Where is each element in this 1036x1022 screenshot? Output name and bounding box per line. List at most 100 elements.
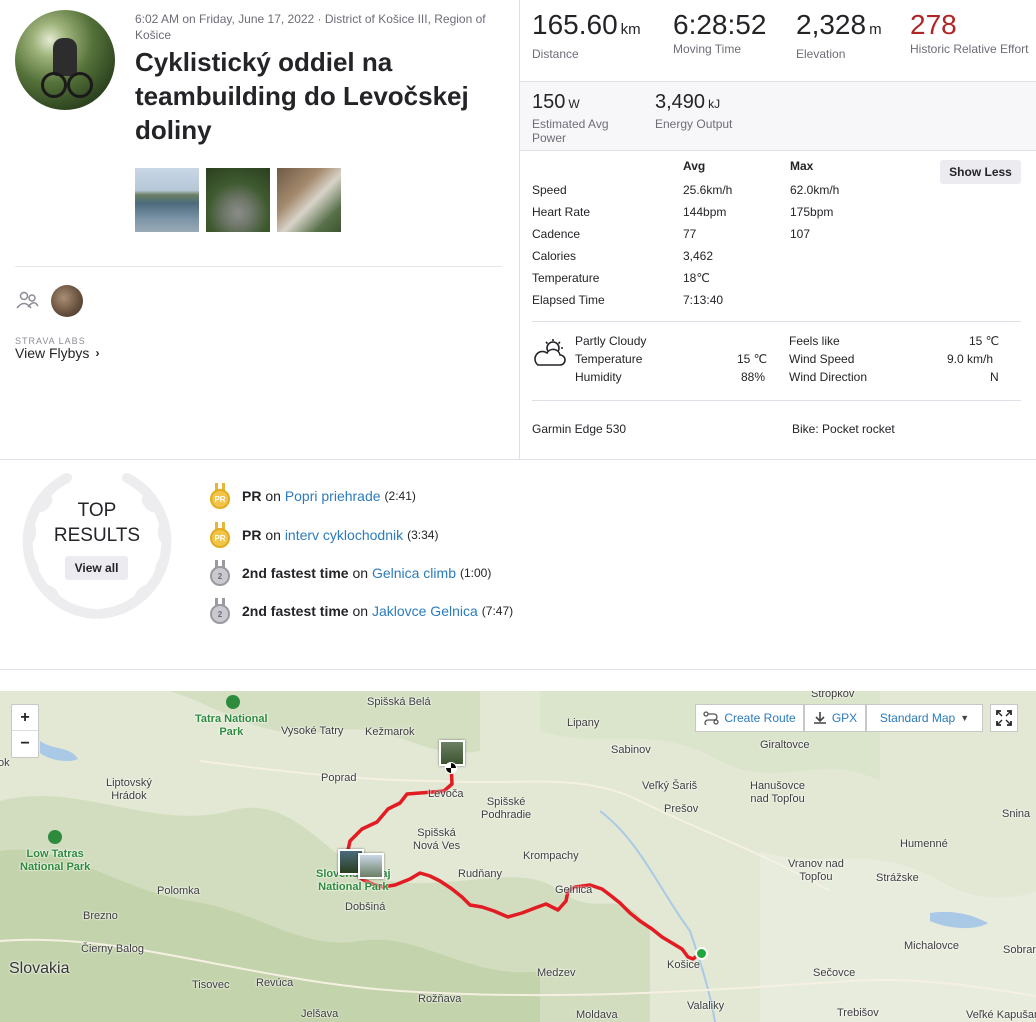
achievement-on: on xyxy=(265,488,281,504)
distance-label: Distance xyxy=(532,47,579,61)
achievement-type: 2nd fastest time xyxy=(242,603,349,619)
medal-text: 2 xyxy=(210,604,230,624)
zoom-out-button[interactable]: − xyxy=(12,731,38,757)
relative-effort-label: Historic Relative Effort xyxy=(910,42,1029,56)
map-label: Slovakia xyxy=(9,960,70,977)
primary-stats: 165.60 km Distance 6:28:52 Moving Time 2,… xyxy=(520,0,1036,81)
create-route-button[interactable]: Create Route xyxy=(695,704,804,732)
map-label: Revúca xyxy=(256,977,294,989)
map-label: Liptovský Hrádok xyxy=(106,777,152,802)
power-unit: W xyxy=(568,97,580,111)
zoom-in-button[interactable]: + xyxy=(12,705,38,731)
view-flybys-link[interactable]: View Flybys › xyxy=(15,345,99,361)
distance-unit: km xyxy=(620,21,641,38)
achievement-item: 2 2nd fastest time on Gelnica climb (1:00… xyxy=(210,560,491,586)
pr-medal-icon: PR xyxy=(210,483,230,509)
segment-link[interactable]: Gelnica climb xyxy=(372,565,456,581)
show-less-button[interactable]: Show Less xyxy=(940,160,1021,184)
top-results-title: TOP RESULTS xyxy=(40,498,154,548)
map-label: Levoča xyxy=(428,788,464,800)
achievement-item: PR PR on Popri priehrade (2:41) xyxy=(210,483,416,509)
map-label: Trebišov xyxy=(837,1007,879,1019)
medal-text: PR xyxy=(210,489,230,509)
activity-map[interactable]: Spišská Belá Stropkov Tatra National Par… xyxy=(0,691,1036,1022)
segment-link[interactable]: interv cyklochodnik xyxy=(285,527,403,543)
activity-photo[interactable] xyxy=(277,168,341,232)
start-point-marker xyxy=(695,947,708,960)
map-label: Stropkov xyxy=(811,691,855,700)
map-label: Rožňava xyxy=(418,993,462,1005)
map-label: Giraltovce xyxy=(760,739,810,751)
moving-time-label: Moving Time xyxy=(673,42,742,56)
map-terrain xyxy=(0,691,1036,1022)
bike-wheel-shape xyxy=(67,72,93,98)
weather-condition: Partly Cloudy xyxy=(575,334,647,348)
activity-photo[interactable] xyxy=(135,168,199,232)
athlete-avatar[interactable] xyxy=(15,10,115,110)
map-type-label: Standard Map xyxy=(879,711,956,725)
park-marker-icon xyxy=(48,830,62,844)
map-label: Kežmarok xyxy=(365,726,415,738)
view-all-button[interactable]: View all xyxy=(65,556,128,580)
distance-value: 165.60 xyxy=(532,9,618,40)
stat-elevation: 2,328 m Elevation xyxy=(796,10,882,62)
map-label: Snina xyxy=(1002,808,1031,820)
gpx-download-button[interactable]: GPX xyxy=(804,704,866,732)
top-results-title-line: TOP xyxy=(77,500,117,521)
map-label: Poprad xyxy=(321,772,357,784)
segment-time: (2:41) xyxy=(384,489,416,503)
achievement-type: PR xyxy=(242,527,262,543)
group-activity-icon[interactable] xyxy=(15,290,39,312)
activity-photo[interactable] xyxy=(206,168,270,232)
map-photo-pin[interactable] xyxy=(358,853,384,879)
achievement-on: on xyxy=(265,527,281,543)
map-label: Humenné xyxy=(900,838,948,850)
top-results: TOP RESULTS View all PR PR on Popri prie… xyxy=(0,459,1036,670)
stat-row-max: 62.0km/h xyxy=(790,183,840,197)
map-label: Gelnica xyxy=(555,884,593,896)
stat-moving-time: 6:28:52 Moving Time xyxy=(673,10,766,57)
weather-temperature-label: Temperature xyxy=(575,352,643,366)
fullscreen-button[interactable] xyxy=(990,704,1018,732)
map-label: Čierny Balog xyxy=(81,943,144,955)
map-label: Hanušovce nad Topľou xyxy=(750,780,806,805)
map-label: Low Tatras National Park xyxy=(20,848,91,873)
elevation-label: Elevation xyxy=(796,47,846,61)
group-member-avatar[interactable] xyxy=(51,285,83,317)
stat-row: Elapsed Time 7:13:40 xyxy=(532,293,1022,315)
stat-row: Heart Rate 144bpm 175bpm xyxy=(532,205,1022,227)
segment-link[interactable]: Jaklovce Gelnica xyxy=(372,603,478,619)
stat-row-label: Calories xyxy=(532,249,577,263)
secondary-stats: 150 W Estimated Avg Power 3,490 kJ Energy … xyxy=(520,81,1036,151)
map-type-select[interactable]: Standard Map ▼ xyxy=(866,704,983,732)
map-label: Michalovce xyxy=(904,940,960,952)
achievement-on: on xyxy=(352,603,369,619)
map-label: Spišská Belá xyxy=(367,696,431,708)
map-label: Strážske xyxy=(876,872,919,884)
stat-row-avg: 144bpm xyxy=(683,205,727,219)
bike-name[interactable]: Bike: Pocket rocket xyxy=(792,422,895,436)
relative-effort-value: 278 xyxy=(910,9,957,40)
map-label: Polomka xyxy=(157,885,200,897)
map-label: Moldava xyxy=(576,1009,618,1021)
stat-relative-effort[interactable]: 278 Historic Relative Effort xyxy=(910,9,1030,57)
map-label: Brezno xyxy=(83,910,118,922)
weather-temperature-value: 15 ℃ xyxy=(737,352,768,366)
map-label: Lipany xyxy=(567,717,600,729)
weather-humidity-value: 88% xyxy=(741,370,766,384)
achievement-item: 2 2nd fastest time on Jaklovce Gelnica (7… xyxy=(210,598,513,624)
map-label: Spišské Podhradie xyxy=(481,796,532,821)
stat-row-avg: 3,462 xyxy=(683,249,714,263)
stat-row-label: Elapsed Time xyxy=(532,293,605,307)
map-label: Sobranc xyxy=(1003,944,1036,956)
map-label: Sečovce xyxy=(813,967,856,979)
segment-link[interactable]: Popri priehrade xyxy=(285,488,381,504)
map-label: Jelšava xyxy=(301,1008,339,1020)
map-label: Veľký Šariš xyxy=(642,780,698,792)
stat-row-avg: 7:13:40 xyxy=(683,293,724,307)
map-label: Rudňany xyxy=(458,868,503,880)
wind-speed-label: Wind Speed xyxy=(789,352,855,366)
map-label: Prešov xyxy=(664,803,699,815)
map-label: Valaliky xyxy=(687,1000,725,1012)
map-label: Veľké Kapušany xyxy=(966,1009,1036,1021)
